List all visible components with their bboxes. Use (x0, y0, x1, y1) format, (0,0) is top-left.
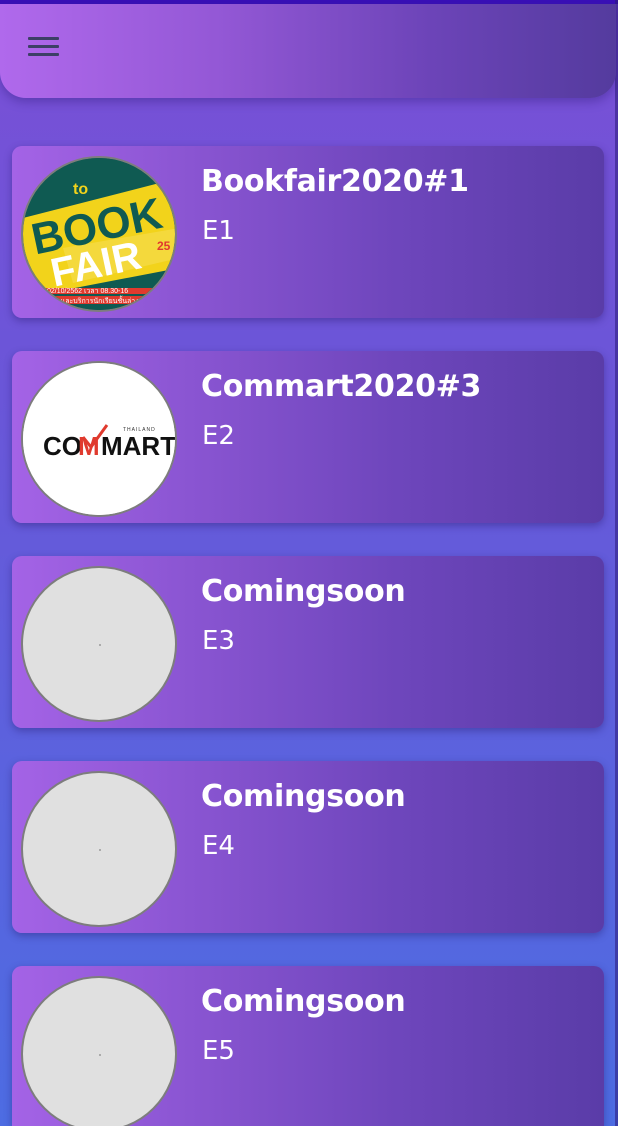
menu-bar-line (28, 53, 59, 56)
event-title: Comingsoon (201, 779, 406, 814)
bookfair-num-text: 25 (157, 239, 171, 253)
bookfair-logo: to BOOK FAIR 25 02/10/2562 เวลา 08.30-16… (23, 158, 175, 310)
event-title: Comingsoon (201, 574, 406, 609)
event-avatar-placeholder (21, 976, 177, 1126)
event-code: E1 (202, 216, 235, 246)
commart-co-text: CO (43, 431, 82, 461)
event-card-e2[interactable]: THAILAND CO M MART Commart2020#3 E2 (12, 351, 604, 523)
event-avatar: to BOOK FAIR 25 02/10/2562 เวลา 08.30-16… (21, 156, 177, 312)
commart-logo: THAILAND CO M MART (23, 363, 176, 515)
commart-mart-text: MART (101, 431, 176, 461)
placeholder-dot (99, 849, 101, 851)
event-card-e5[interactable]: Comingsoon E5 (12, 966, 604, 1126)
event-code: E4 (202, 831, 235, 861)
event-card-e4[interactable]: Comingsoon E4 (12, 761, 604, 933)
event-title: Bookfair2020#1 (201, 164, 469, 199)
event-avatar-placeholder (21, 566, 177, 722)
event-title: Comingsoon (201, 984, 406, 1019)
event-title: Commart2020#3 (201, 369, 482, 404)
placeholder-dot (99, 1054, 101, 1056)
event-card-e3[interactable]: Comingsoon E3 (12, 556, 604, 728)
event-card-e1[interactable]: to BOOK FAIR 25 02/10/2562 เวลา 08.30-16… (12, 146, 604, 318)
placeholder-dot (99, 644, 101, 646)
event-avatar-placeholder (21, 771, 177, 927)
hamburger-menu-icon[interactable] (28, 37, 60, 59)
menu-bar-line (28, 45, 59, 48)
event-code: E3 (202, 626, 235, 656)
event-avatar: THAILAND CO M MART (21, 361, 177, 517)
app-bar (0, 4, 616, 98)
bookfair-date-text: 02/10/2562 เวลา 08.30-16 (47, 288, 128, 295)
menu-bar-line (28, 37, 59, 40)
event-code: E5 (202, 1036, 235, 1066)
event-code: E2 (202, 421, 235, 451)
bookfair-to-text: to (73, 181, 88, 198)
